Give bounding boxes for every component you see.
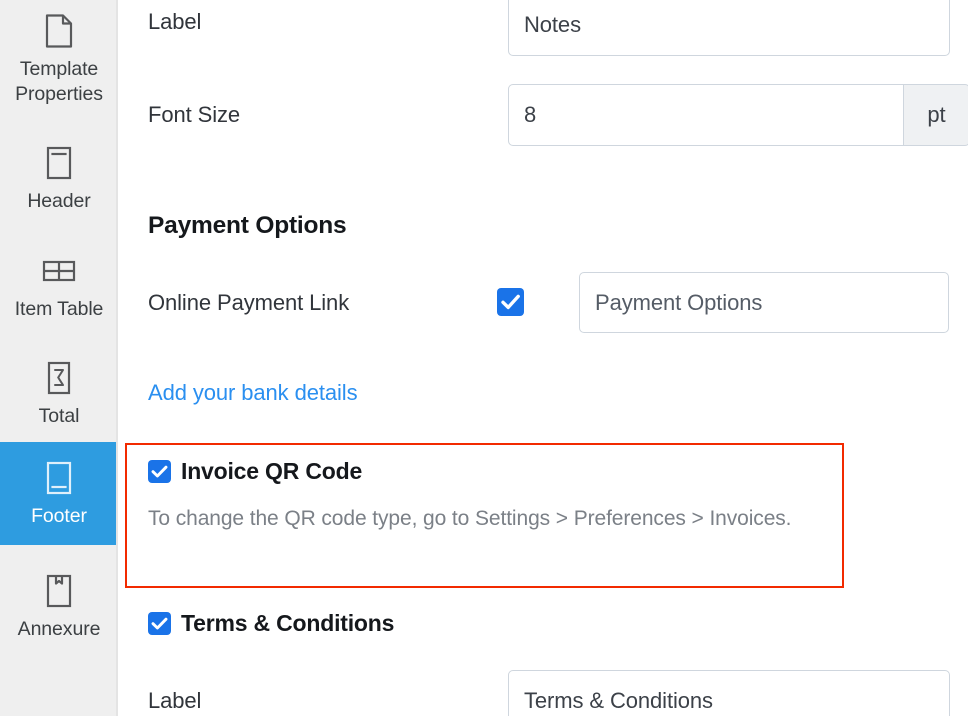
online-payment-link-label-row: Online Payment Link [148, 290, 349, 316]
payment-options-input[interactable] [579, 272, 949, 333]
footer-settings-panel: Label Font Size pt Payment Options Onlin… [118, 0, 968, 716]
invoice-qr-code-row: Invoice QR Code [148, 458, 362, 485]
online-payment-link-label-text: Online Payment Link [148, 290, 350, 315]
font-size-label-text: Font Size [148, 102, 241, 127]
terms-conditions-checkbox[interactable] [148, 612, 171, 635]
sidebar-item-template-properties[interactable]: Template Properties [0, 0, 118, 119]
checkmark-icon [501, 294, 520, 310]
document-page-icon [42, 14, 76, 48]
sidebar-item-label: Header [27, 190, 91, 212]
bookmark-page-icon [42, 574, 76, 608]
payment-options-section-title: Payment Options [148, 212, 347, 239]
font-size-input-group: pt [508, 84, 968, 146]
font-size-unit-addon: pt [904, 84, 968, 146]
sidebar-item-label: Template Properties [15, 58, 103, 105]
sidebar-item-total[interactable]: Total [0, 347, 118, 441]
sidebar-item-item-table[interactable]: Item Table [0, 240, 118, 334]
sigma-total-icon [42, 361, 76, 395]
sidebar-item-footer[interactable]: Footer [0, 442, 118, 545]
invoice-qr-code-checkbox[interactable] [148, 460, 171, 483]
add-bank-details-link[interactable]: Add your bank details [148, 380, 358, 406]
checkmark-icon [151, 617, 168, 630]
notes-label-input[interactable] [508, 0, 950, 56]
notes-label-text: Label [148, 9, 202, 34]
sidebar-item-header[interactable]: Header [0, 132, 118, 226]
font-size-input[interactable] [508, 84, 904, 146]
font-size-label-row: Font Size [148, 102, 240, 128]
checkmark-icon [151, 465, 168, 478]
footer-block-icon [42, 461, 76, 495]
sidebar-item-label: Total [38, 405, 80, 427]
invoice-qr-code-title: Invoice QR Code [181, 458, 363, 484]
terms-label-input[interactable] [508, 670, 950, 716]
sidebar-item-label: Footer [31, 504, 87, 527]
table-grid-icon [42, 254, 76, 288]
invoice-qr-code-helper-text: To change the QR code type, go to Settin… [148, 507, 792, 530]
terms-label-text: Label [148, 688, 202, 713]
sidebar-nav: Template Properties Header Item Table To… [0, 0, 118, 716]
online-payment-link-checkbox[interactable] [497, 288, 524, 316]
sidebar-item-label: Item Table [14, 298, 104, 320]
notes-label-row: Label [148, 9, 201, 35]
terms-conditions-title: Terms & Conditions [181, 610, 395, 636]
terms-label-row: Label [148, 688, 201, 714]
sidebar-item-annexure[interactable]: Annexure [0, 560, 118, 654]
terms-conditions-row: Terms & Conditions [148, 610, 394, 637]
sidebar-item-label: Annexure [17, 618, 101, 640]
template-editor-window: Template Properties Header Item Table To… [0, 0, 968, 716]
header-block-icon [42, 146, 76, 180]
